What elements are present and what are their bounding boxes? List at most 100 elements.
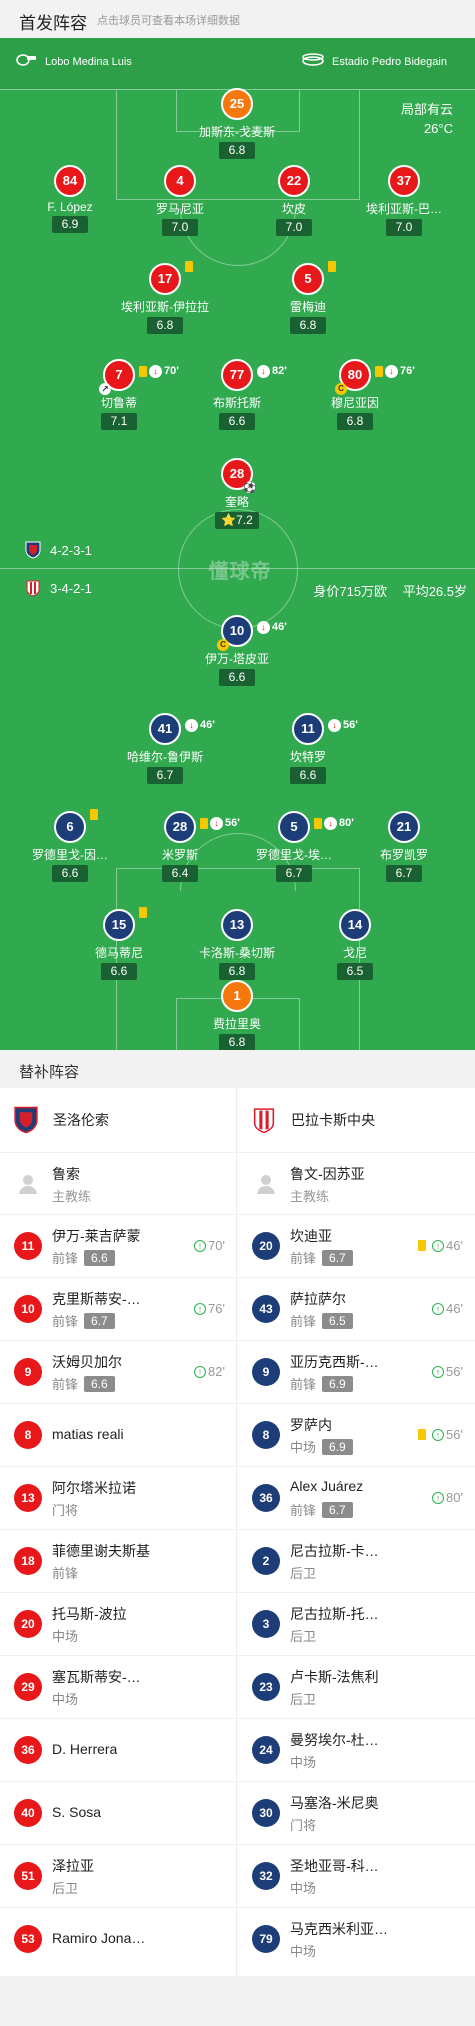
player-away[interactable]: 6 罗德里戈-因… 6.6 (15, 809, 125, 882)
player-number: 30 (252, 1799, 280, 1827)
subs-home-team[interactable]: 圣洛伦索 (0, 1088, 237, 1152)
player-home[interactable]: 5 雷梅迪 6.8 (253, 261, 363, 334)
player-number: 14 (339, 909, 371, 941)
player-home[interactable]: 28 ⚽ 奎略 ⭐7.2 (182, 458, 292, 529)
player-away-gk[interactable]: 1 费拉里奥 6.8 (182, 980, 292, 1050)
player-home[interactable]: 84 F. López 6.9 (15, 165, 125, 233)
sub-player-row[interactable]: 3 尼古拉斯-托… 后卫 (238, 1592, 475, 1655)
player-rating: 6.8 (147, 317, 183, 334)
sub-out-icon: ↓ (185, 718, 198, 732)
sub-player-row[interactable]: 36 D. Herrera (0, 1718, 237, 1781)
player-away[interactable]: 14 戈尼 6.5 (300, 909, 410, 980)
sub-player-row[interactable]: 23 卢卡斯-法焦利 后卫 (238, 1655, 475, 1718)
coach-row[interactable]: 鲁索 主教练 (0, 1152, 237, 1214)
player-name: 菲德里谢夫斯基 (52, 1543, 150, 1559)
player-rating: 6.6 (84, 1249, 115, 1266)
player-name: 塞瓦斯蒂安-… (52, 1669, 141, 1685)
sub-player-row[interactable]: 10 克里斯蒂安-… 前锋 6.7 ↑ 76' (0, 1277, 237, 1340)
player-number-text: 15 (111, 917, 127, 932)
sub-player-row[interactable]: 9 沃姆贝加尔 前锋 6.6 ↑ 82' (0, 1340, 237, 1403)
player-rating: 6.6 (219, 413, 255, 430)
captain-icon: C (217, 639, 229, 651)
sub-player-row[interactable]: 20 托马斯-波拉 中场 (0, 1592, 237, 1655)
sub-player-row[interactable]: 36 Alex Juárez 前锋 6.7 ↑ 80' (238, 1466, 475, 1529)
away-team-stats: 身价715万欧 平均26.5岁 (301, 581, 467, 600)
player-number: 11 (14, 1232, 42, 1260)
player-number: 18 (14, 1547, 42, 1575)
subs-away-team[interactable]: 巴拉卡斯中央 (238, 1088, 475, 1152)
coach-row[interactable]: 鲁文-因苏亚 主教练 (238, 1152, 475, 1214)
sub-event: ↑ 56' (432, 1364, 463, 1379)
captain-icon: C (335, 383, 347, 395)
sub-player-row[interactable]: 53 Ramiro Jona… (0, 1907, 237, 1970)
sub-player-row[interactable]: 8 matias reali (0, 1403, 237, 1466)
sub-time: 76' (400, 365, 415, 377)
player-number: 20 (14, 1610, 42, 1638)
sub-player-row[interactable]: 13 阿尔塔米拉诺 门将 (0, 1466, 237, 1529)
player-rating: 6.8 (219, 1034, 255, 1050)
player-away[interactable]: 28 ↓ 56' 米罗斯 6.4 (125, 811, 240, 882)
player-away[interactable]: 15 德马蒂尼 6.6 (64, 907, 174, 980)
player-number-text: 11 (301, 721, 315, 736)
sub-out-icon: ↓ (324, 816, 337, 830)
sub-in-icon: ↑ (432, 1302, 445, 1315)
sub-player-row[interactable]: 18 菲德里谢夫斯基 前锋 (0, 1529, 237, 1592)
player-away[interactable]: 5 ↓ 80' 罗德里戈-埃… 6.7 (239, 811, 354, 882)
sub-player-row[interactable]: 20 坎迪亚 前锋 6.7 ↑ 46' (238, 1214, 475, 1277)
sub-time: 56' (446, 1364, 463, 1379)
player-name: S. Sosa (52, 1804, 102, 1820)
sub-player-row[interactable]: 79 马克西米利亚… 中场 (238, 1907, 475, 1970)
sub-player-row[interactable]: 8 罗萨内 中场 6.9 ↑ 56' (238, 1403, 475, 1466)
player-home[interactable]: 80 ↓ 76' C 穆尼亚因 6.8 (300, 359, 415, 430)
player-away[interactable]: 41 ↓ 46' 哈维尔-鲁伊斯 6.7 (110, 713, 220, 784)
player-number: 53 (14, 1925, 42, 1953)
player-number: 22 (278, 165, 310, 197)
sub-player-row[interactable]: 32 圣地亚哥-科… 中场 (238, 1844, 475, 1907)
player-number: 36 (252, 1484, 280, 1512)
player-name: 坎皮 (281, 202, 306, 216)
player-events (90, 809, 100, 820)
player-home[interactable]: 37 埃利亚斯-巴… 7.0 (349, 165, 459, 236)
player-rating: 6.6 (52, 865, 88, 882)
player-rating: 6.6 (101, 963, 137, 980)
player-away[interactable]: 13 卡洛斯-桑切斯 6.8 (182, 909, 292, 980)
sub-out-icon: ↓ (210, 816, 223, 830)
player-name: 曼努埃尔-杜… (290, 1732, 379, 1748)
player-away[interactable]: 10 ↓ 46' C 伊万-塔皮亚 6.6 (182, 615, 292, 686)
coach-name: 鲁文-因苏亚 (290, 1166, 365, 1182)
sub-event: ↑ 70' (194, 1238, 225, 1253)
sub-player-row[interactable]: 43 萨拉萨尔 前锋 6.5 ↑ 46' (238, 1277, 475, 1340)
player-position: 前锋 6.9 (290, 1374, 353, 1393)
sub-player-row[interactable]: 29 塞瓦斯蒂安-… 中场 (0, 1655, 237, 1718)
player-away[interactable]: 11 ↓ 56' 坎特罗 6.6 (253, 713, 363, 784)
player-number: 28 ⚽ (221, 458, 257, 494)
player-home[interactable]: 77 ↓ 82' 布斯托斯 6.6 (182, 359, 292, 430)
player-number: 3 (252, 1610, 280, 1638)
player-home[interactable]: 7 ↓ 70' ↗ 切鲁蒂 7.1 (64, 359, 179, 430)
player-rating: 7.0 (386, 219, 422, 236)
player-number: 15 (103, 907, 147, 941)
sub-player-row[interactable]: 24 曼努埃尔-杜… 中场 (238, 1718, 475, 1781)
player-name: 克里斯蒂安-… (52, 1291, 141, 1307)
player-home[interactable]: 4 罗马尼亚 7.0 (125, 165, 235, 236)
player-events: ↓ 82' (257, 357, 287, 385)
sub-player-row[interactable]: 30 马塞洛-米尼奥 门将 (238, 1781, 475, 1844)
sub-player-row[interactable]: 9 亚历克西斯-… 前锋 6.9 ↑ 56' (238, 1340, 475, 1403)
sub-player-row[interactable]: 51 泽拉亚 后卫 (0, 1844, 237, 1907)
player-home[interactable]: 17 埃利亚斯-伊拉拉 6.8 (110, 261, 220, 334)
player-home-gk[interactable]: 25 加斯东-戈麦斯 6.8 (182, 88, 292, 159)
sub-player-row[interactable]: 40 S. Sosa (0, 1781, 237, 1844)
player-position-text: 中场 (52, 1629, 79, 1644)
sub-in-icon: ↑ (194, 1302, 207, 1315)
player-events (328, 261, 338, 272)
player-events: ↓ 76' (375, 357, 415, 385)
coach-avatar-icon (255, 1173, 277, 1195)
sub-player-row[interactable]: 2 尼古拉斯-卡… 后卫 (238, 1529, 475, 1592)
player-rating: 6.5 (337, 963, 373, 980)
yellow-card-icon (90, 809, 98, 820)
player-away[interactable]: 21 布罗凯罗 6.7 (349, 811, 459, 882)
sub-player-row[interactable]: 11 伊万-莱吉萨蒙 前锋 6.6 ↑ 70' (0, 1214, 237, 1277)
away-formation-text: 3-4-2-1 (50, 580, 92, 596)
player-home[interactable]: 22 坎皮 7.0 (239, 165, 349, 236)
player-name: 卡洛斯-桑切斯 (199, 946, 275, 960)
